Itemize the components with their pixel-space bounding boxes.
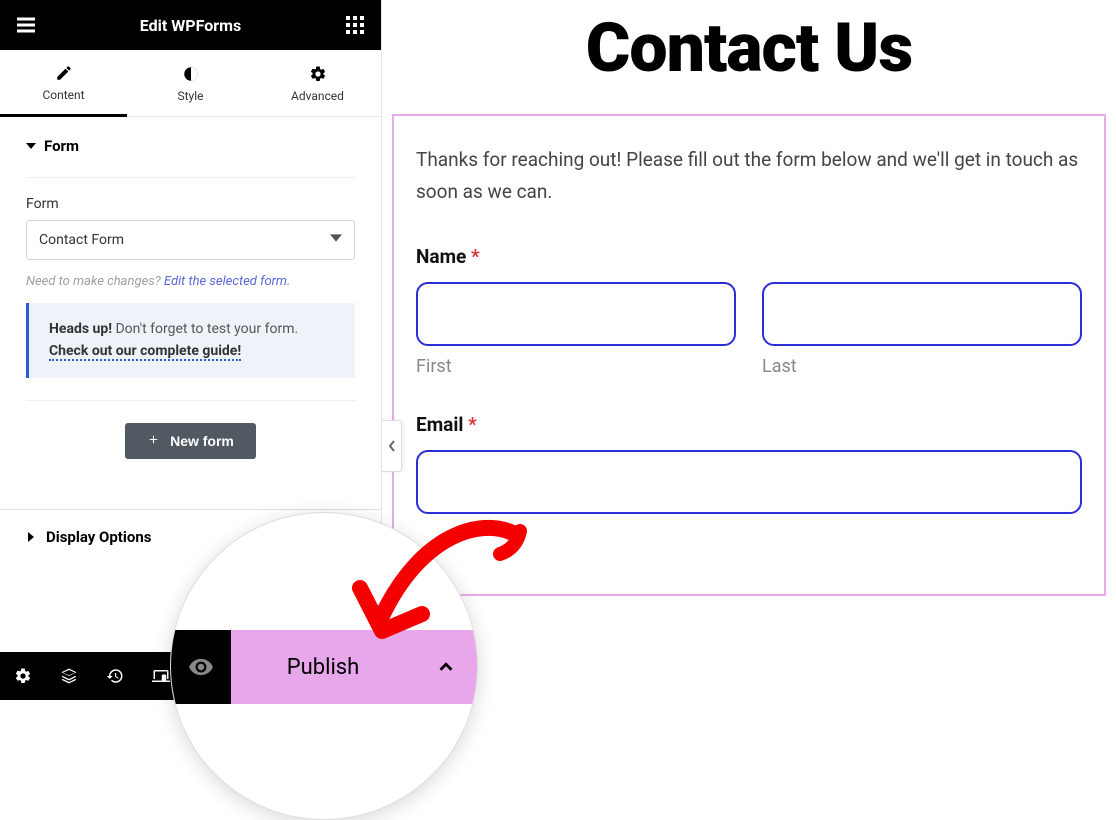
notice-text: Don't forget to test your form. <box>112 321 298 337</box>
tab-style-label: Style <box>177 89 203 103</box>
first-name-sublabel: First <box>416 356 736 377</box>
notice-box: Heads up! Don't forget to test your form… <box>26 303 355 378</box>
divider <box>26 400 355 401</box>
caret-down-icon <box>26 141 36 151</box>
divider <box>26 177 355 178</box>
navigator-icon[interactable] <box>46 652 92 700</box>
guide-link[interactable]: Check out our complete guide! <box>49 343 241 361</box>
caret-right-icon <box>26 528 36 546</box>
new-form-label: New form <box>170 433 234 449</box>
tab-content[interactable]: Content <box>0 50 127 117</box>
name-field-label: Name * <box>416 245 1082 268</box>
preview-icon[interactable] <box>171 630 231 704</box>
topbar-title: Edit WPForms <box>140 16 241 35</box>
form-select-label: Form <box>26 196 355 212</box>
new-form-button[interactable]: New form <box>125 423 256 459</box>
form-intro-text: Thanks for reaching out! Please fill out… <box>416 144 1082 209</box>
section-form-toggle[interactable]: Form <box>26 137 355 155</box>
editor-tabs: Content Style Advanced <box>0 50 381 117</box>
tab-advanced-label: Advanced <box>291 89 344 103</box>
publish-button[interactable]: Publish <box>231 630 415 704</box>
first-name-input[interactable] <box>416 282 736 346</box>
hamburger-menu-icon[interactable] <box>14 13 38 37</box>
last-name-sublabel: Last <box>762 356 1082 377</box>
sidebar-collapse-handle[interactable] <box>382 420 402 472</box>
email-field-label: Email * <box>416 413 1082 436</box>
display-options-heading: Display Options <box>46 528 151 546</box>
last-name-input[interactable] <box>762 282 1082 346</box>
email-input[interactable] <box>416 450 1082 514</box>
apps-grid-icon[interactable] <box>343 13 367 37</box>
tab-style[interactable]: Style <box>127 50 254 116</box>
history-icon[interactable] <box>92 652 138 700</box>
editor-canvas: Contact Us Thanks for reaching out! Plea… <box>382 0 1116 700</box>
plus-icon <box>147 433 160 449</box>
section-form-heading: Form <box>44 137 79 155</box>
publish-options-toggle[interactable] <box>415 630 477 704</box>
form-hint: Need to make changes? Edit the selected … <box>26 274 355 289</box>
required-mark: * <box>471 245 480 268</box>
annotation-lens: Publish <box>170 512 478 820</box>
section-form: Form <box>0 117 381 165</box>
edit-form-link[interactable]: Edit the selected form. <box>164 274 290 289</box>
name-label-text: Name <box>416 245 466 268</box>
sidebar-topbar: Edit WPForms <box>0 0 381 50</box>
tab-advanced[interactable]: Advanced <box>254 50 381 116</box>
caret-down-icon <box>330 232 342 248</box>
tab-content-label: Content <box>42 88 84 102</box>
email-label-text: Email <box>416 413 463 436</box>
form-widget-selected[interactable]: Thanks for reaching out! Please fill out… <box>392 114 1106 596</box>
publish-label: Publish <box>287 655 360 680</box>
editor-sidebar: Edit WPForms Content Style Advanced Form… <box>0 0 382 700</box>
settings-icon[interactable] <box>0 652 46 700</box>
page-title: Contact Us <box>392 8 1106 88</box>
hint-text: Need to make changes? <box>26 274 164 289</box>
required-mark: * <box>468 413 477 436</box>
form-select[interactable]: Contact Form <box>26 220 355 260</box>
form-select-value: Contact Form <box>39 232 124 248</box>
notice-strong: Heads up! <box>49 321 112 337</box>
